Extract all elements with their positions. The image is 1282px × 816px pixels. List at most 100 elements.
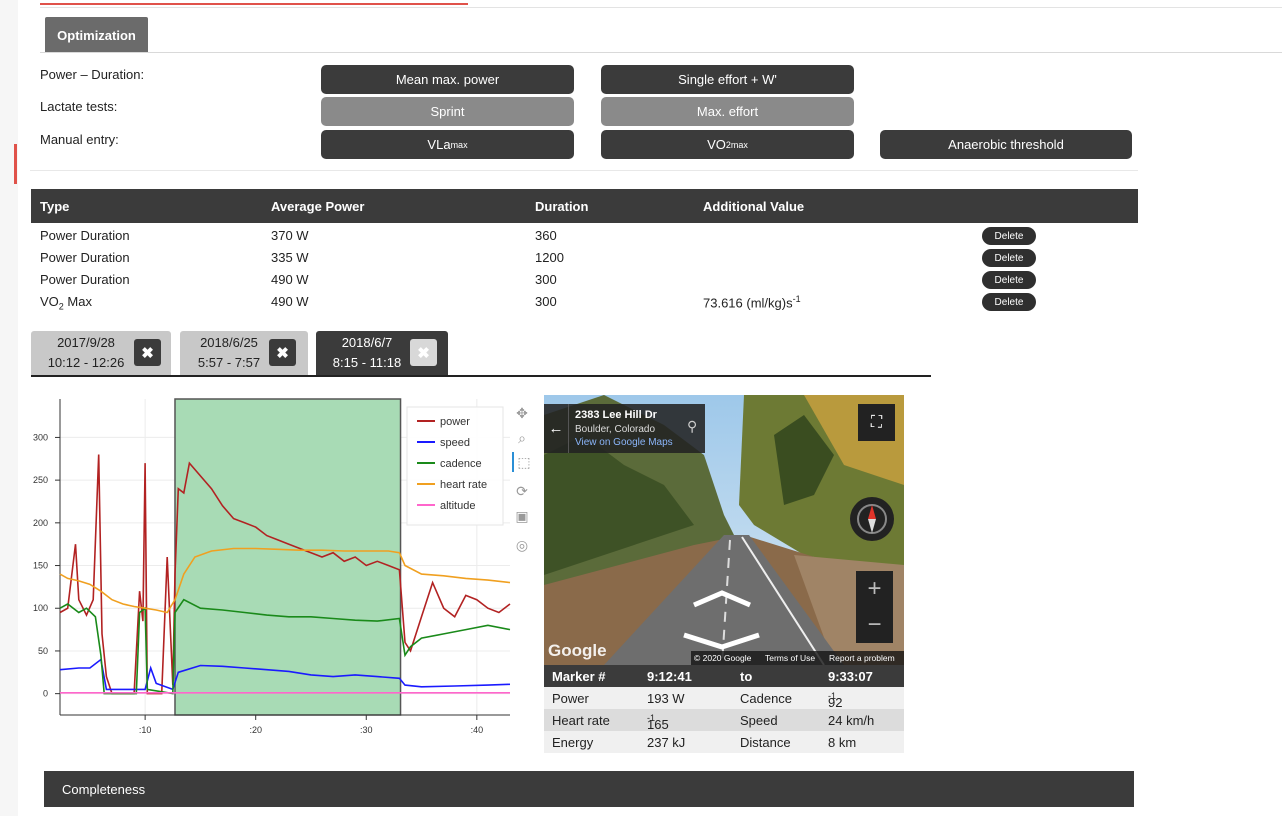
- google-logo: Google: [548, 641, 607, 660]
- address-card: ← 2383 Lee Hill Dr Boulder, Colorado Vie…: [544, 404, 705, 453]
- manual-entry-label: Manual entry:: [40, 132, 119, 147]
- cell-type: Power Duration: [40, 228, 130, 243]
- y-tick-label: 100: [33, 603, 48, 613]
- marker-to: 9:33:07: [828, 669, 873, 684]
- map-pin-icon: ⚲: [687, 418, 698, 434]
- cadence-label: Cadence: [740, 691, 793, 706]
- completeness-section-header[interactable]: Completeness: [44, 771, 1134, 807]
- marker-from: 9:12:41: [647, 669, 692, 684]
- session-chart[interactable]: 0 50 100 150 200 250 300:10:20:30:40 power speed…: [30, 395, 540, 740]
- delete-button[interactable]: Delete: [982, 227, 1036, 245]
- vla-label: VLa: [427, 137, 451, 152]
- marker-row: Energy 237 kJ Distance 8 km: [544, 731, 904, 753]
- selection-band: [174, 398, 402, 716]
- save-icon[interactable]: ▣: [512, 506, 532, 526]
- y-tick-label: 0: [43, 689, 48, 699]
- session-time: 10:12 - 12:26: [47, 355, 125, 370]
- terms-link[interactable]: Terms of Use: [765, 653, 815, 663]
- x-tick-label: :30: [360, 725, 373, 735]
- compass-icon[interactable]: [850, 497, 894, 541]
- completeness-label: Completeness: [62, 782, 146, 797]
- marker-label: Marker #: [552, 669, 606, 684]
- legend-label: power: [440, 416, 470, 428]
- delete-button[interactable]: Delete: [982, 249, 1036, 267]
- cell-power: 335 W: [271, 250, 309, 265]
- address-title: 2383 Lee Hill Dr: [575, 409, 657, 421]
- heart-rate-label: Heart rate: [552, 713, 610, 728]
- power-duration-label: Power – Duration:: [40, 67, 145, 82]
- cell-duration: 1200: [535, 250, 564, 265]
- close-session-icon[interactable]: ✖: [269, 339, 296, 366]
- marker-table: Marker # 9:12:41 to 9:33:07 Power 193 W …: [544, 665, 904, 753]
- cell-power: 490 W: [271, 294, 309, 309]
- vla-max-button[interactable]: VLa max: [321, 130, 574, 159]
- sprint-button[interactable]: Sprint: [321, 97, 574, 126]
- col-type: Type: [40, 199, 70, 214]
- reset-icon[interactable]: ⟳: [512, 481, 532, 501]
- power-label: Power: [552, 691, 589, 706]
- top-accent-bar: [40, 3, 468, 5]
- top-divider: [40, 7, 1282, 8]
- y-tick-label: 150: [33, 561, 48, 571]
- delete-button[interactable]: Delete: [982, 293, 1036, 311]
- session-tab-active[interactable]: 2018/6/7 8:15 - 11:18 ✖: [316, 331, 448, 375]
- session-tab[interactable]: 2017/9/28 10:12 - 12:26 ✖: [31, 331, 171, 375]
- table-row: Power Duration 370 W 360 Delete: [31, 225, 1138, 247]
- vo2-subscript: 2max: [725, 139, 748, 150]
- legend-label: cadence: [440, 458, 482, 470]
- zoom-controls: + −: [856, 571, 893, 643]
- max-effort-button[interactable]: Max. effort: [601, 97, 854, 126]
- copyright-text: © 2020 Google: [694, 653, 752, 663]
- cell-power: 370 W: [271, 228, 309, 243]
- y-tick-label: 50: [38, 646, 48, 656]
- delete-button[interactable]: Delete: [982, 271, 1036, 289]
- fullscreen-icon[interactable]: ⛶: [858, 404, 895, 441]
- zoom-icon[interactable]: ⌕: [512, 428, 532, 448]
- marker-row: Heart rate 165 min-1 Speed 24 km/h: [544, 709, 904, 747]
- single-effort-button[interactable]: Single effort + W': [601, 65, 854, 94]
- vla-subscript: max: [450, 139, 468, 150]
- y-tick-label: 300: [33, 432, 48, 442]
- table-row: VO2 Max 490 W 300 73.616 (ml/kg)s-1 Dele…: [31, 291, 1138, 313]
- col-duration: Duration: [535, 199, 589, 214]
- active-indicator: [14, 144, 17, 184]
- view-on-google-maps-link[interactable]: View on Google Maps: [575, 437, 673, 448]
- back-arrow-icon[interactable]: ←: [544, 404, 569, 453]
- session-tab-underline: [31, 375, 931, 377]
- session-tab[interactable]: 2018/6/25 5:57 - 7:57 ✖: [180, 331, 308, 375]
- energy-label: Energy: [552, 735, 594, 750]
- close-session-icon[interactable]: ✖: [410, 339, 437, 366]
- x-tick-label: :10: [139, 725, 152, 735]
- hover-icon[interactable]: ◎: [512, 535, 532, 555]
- cadence-value: 92 min-1: [828, 691, 849, 725]
- tab-divider: [40, 52, 1282, 53]
- session-time: 8:15 - 11:18: [332, 355, 402, 370]
- report-problem-link[interactable]: Report a problem: [829, 653, 895, 663]
- session-time: 5:57 - 7:57: [197, 355, 261, 370]
- power-value: 193 W: [647, 691, 685, 706]
- table-row: Power Duration 490 W 300 Delete: [31, 269, 1138, 291]
- vo2-max-button[interactable]: VO 2max: [601, 130, 854, 159]
- anaerobic-threshold-button[interactable]: Anaerobic threshold: [880, 130, 1132, 159]
- marker-header-row: Marker # 9:12:41 to 9:33:07: [544, 665, 904, 687]
- results-table-header: Type Average Power Duration Additional V…: [31, 189, 1138, 223]
- address-city: Boulder, Colorado: [575, 424, 656, 435]
- distance-value: 8 km: [828, 735, 857, 750]
- zoom-out-button[interactable]: −: [856, 607, 893, 643]
- table-row: Power Duration 335 W 1200 Delete: [31, 247, 1138, 269]
- mean-max-power-button[interactable]: Mean max. power: [321, 65, 574, 94]
- box-select-icon[interactable]: ⬚: [512, 452, 534, 472]
- cell-duration: 360: [535, 228, 557, 243]
- tab-optimization[interactable]: Optimization: [45, 17, 148, 53]
- map-footer: © 2020 Google Terms of Use Report a prob…: [691, 651, 904, 665]
- col-additional-value: Additional Value: [703, 199, 805, 214]
- legend-label: altitude: [440, 500, 475, 512]
- cell-duration: 300: [535, 272, 557, 287]
- cell-type: Power Duration: [40, 272, 130, 287]
- close-session-icon[interactable]: ✖: [134, 339, 161, 366]
- marker-to-label: to: [740, 669, 753, 684]
- zoom-in-button[interactable]: +: [856, 571, 893, 607]
- x-tick-label: :40: [471, 725, 484, 735]
- street-view-panel[interactable]: ← 2383 Lee Hill Dr Boulder, Colorado Vie…: [544, 395, 904, 665]
- pan-icon[interactable]: ✥: [512, 403, 532, 423]
